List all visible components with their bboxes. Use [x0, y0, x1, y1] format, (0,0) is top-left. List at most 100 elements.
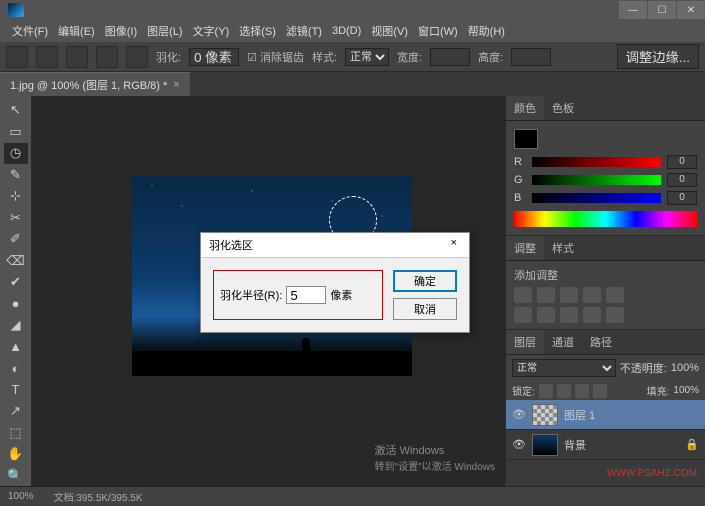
menu-select[interactable]: 选择(S) — [235, 21, 280, 41]
minimize-button[interactable]: — — [619, 1, 647, 19]
lock-label: 锁定: — [512, 383, 535, 398]
stamp-tool[interactable]: ⌫ — [4, 251, 28, 272]
selection-sub-icon[interactable] — [96, 46, 118, 68]
close-tab-icon[interactable]: × — [173, 79, 179, 91]
pen-tool[interactable]: ▲ — [4, 337, 28, 358]
opacity-value[interactable]: 100% — [671, 362, 699, 374]
menu-edit[interactable]: 编辑(E) — [54, 21, 99, 41]
menu-type[interactable]: 文字(Y) — [189, 21, 234, 41]
selection-new-icon[interactable] — [36, 46, 58, 68]
style-select[interactable]: 正常 — [345, 48, 389, 66]
visibility-icon[interactable]: 👁 — [512, 408, 526, 421]
color-spectrum[interactable] — [514, 211, 697, 227]
move-tool[interactable]: ↖ — [4, 100, 28, 121]
tool-preset-icon[interactable] — [6, 46, 28, 68]
menu-help[interactable]: 帮助(H) — [464, 21, 509, 41]
ok-button[interactable]: 确定 — [393, 270, 457, 292]
adjustments-tab[interactable]: 调整 — [506, 236, 544, 260]
brightness-icon[interactable] — [514, 287, 532, 303]
brush-tool[interactable]: ✐ — [4, 229, 28, 250]
document-tab[interactable]: 1.jpg @ 100% (图层 1, RGB/8) * × — [0, 72, 190, 97]
lasso-tool[interactable]: ◷ — [4, 143, 28, 164]
crop-tool[interactable]: ⊹ — [4, 186, 28, 207]
layer-name[interactable]: 背景 — [564, 437, 586, 453]
zoom-level[interactable]: 100% — [8, 491, 34, 502]
b-value[interactable]: 0 — [667, 191, 697, 205]
marquee-tool[interactable]: ▭ — [4, 122, 28, 143]
menu-view[interactable]: 视图(V) — [367, 21, 412, 41]
add-adjustment-label: 添加调整 — [514, 267, 697, 283]
hand-tool[interactable]: ✋ — [4, 444, 28, 465]
maximize-button[interactable]: ☐ — [648, 1, 676, 19]
hue-icon[interactable] — [514, 307, 532, 323]
lock-all-icon[interactable] — [593, 384, 607, 398]
foreground-color[interactable] — [514, 129, 538, 149]
menu-file[interactable]: 文件(F) — [8, 21, 52, 41]
feather-dialog: 羽化选区 × 羽化半径(R): 像素 确定 取消 — [200, 232, 470, 333]
wand-tool[interactable]: ✎ — [4, 165, 28, 186]
zoom-tool[interactable]: 🔍 — [4, 466, 28, 487]
bw-icon[interactable] — [537, 307, 555, 323]
curves-icon[interactable] — [560, 287, 578, 303]
styles-tab[interactable]: 样式 — [544, 236, 582, 260]
layer-thumbnail[interactable] — [532, 404, 558, 426]
toolbox: ↖ ▭ ◷ ✎ ⊹ ✂ ✐ ⌫ ✔ ● ◢ ▲ ◐ T ↗ ⬚ ✋ 🔍 — [0, 96, 32, 486]
menu-window[interactable]: 窗口(W) — [414, 21, 462, 41]
type-tool[interactable]: T — [4, 380, 28, 401]
gradient-tool[interactable]: ◢ — [4, 315, 28, 336]
close-button[interactable]: ✕ — [677, 1, 705, 19]
dialog-title: 羽化选区 — [209, 237, 253, 253]
photo-filter-icon[interactable] — [560, 307, 578, 323]
menu-layer[interactable]: 图层(L) — [143, 21, 186, 41]
channel-mixer-icon[interactable] — [583, 307, 601, 323]
dialog-close-icon[interactable]: × — [447, 237, 461, 253]
refine-edge-button[interactable]: 调整边缘... — [617, 44, 699, 69]
layers-tab[interactable]: 图层 — [506, 330, 544, 354]
r-value[interactable]: 0 — [667, 155, 697, 169]
paths-tab[interactable]: 路径 — [582, 330, 620, 354]
menu-image[interactable]: 图像(I) — [101, 21, 141, 41]
canvas-figure — [302, 338, 310, 354]
vibrance-icon[interactable] — [606, 287, 624, 303]
antialias-checkbox[interactable]: ☑ 消除锯齿 — [247, 49, 304, 65]
feather-label: 羽化: — [156, 49, 181, 65]
radius-input[interactable] — [286, 286, 326, 304]
visibility-icon[interactable]: 👁 — [512, 438, 526, 451]
lock-trans-icon[interactable] — [539, 384, 553, 398]
swatches-tab[interactable]: 色板 — [544, 96, 582, 120]
layer-thumbnail[interactable] — [532, 434, 558, 456]
g-slider[interactable] — [532, 175, 661, 185]
feather-input[interactable] — [189, 48, 239, 66]
channels-tab[interactable]: 通道 — [544, 330, 582, 354]
shape-tool[interactable]: ⬚ — [4, 423, 28, 444]
lock-icon: 🔒 — [685, 438, 699, 451]
blend-mode-select[interactable]: 正常 — [512, 359, 616, 377]
eraser-tool[interactable]: ● — [4, 294, 28, 315]
lookup-icon[interactable] — [606, 307, 624, 323]
path-tool[interactable]: ↗ — [4, 401, 28, 422]
selection-inter-icon[interactable] — [126, 46, 148, 68]
menu-3d[interactable]: 3D(D) — [328, 23, 365, 39]
dodge-tool[interactable]: ◐ — [4, 358, 28, 379]
layer-row-1[interactable]: 👁 图层 1 — [506, 400, 705, 430]
cancel-button[interactable]: 取消 — [393, 298, 457, 320]
height-input[interactable] — [511, 48, 551, 66]
canvas-ground — [132, 351, 412, 376]
b-slider[interactable] — [532, 193, 661, 203]
radius-label: 羽化半径(R): — [220, 287, 282, 303]
layer-name[interactable]: 图层 1 — [564, 407, 595, 423]
fill-value[interactable]: 100% — [673, 385, 699, 396]
g-value[interactable]: 0 — [667, 173, 697, 187]
color-tab[interactable]: 颜色 — [506, 96, 544, 120]
layer-row-bg[interactable]: 👁 背景 🔒 — [506, 430, 705, 460]
history-brush-tool[interactable]: ✔ — [4, 272, 28, 293]
selection-add-icon[interactable] — [66, 46, 88, 68]
width-input[interactable] — [430, 48, 470, 66]
lock-pixel-icon[interactable] — [557, 384, 571, 398]
exposure-icon[interactable] — [583, 287, 601, 303]
menu-filter[interactable]: 滤镜(T) — [282, 21, 326, 41]
levels-icon[interactable] — [537, 287, 555, 303]
lock-pos-icon[interactable] — [575, 384, 589, 398]
r-slider[interactable] — [532, 157, 661, 167]
eyedropper-tool[interactable]: ✂ — [4, 208, 28, 229]
